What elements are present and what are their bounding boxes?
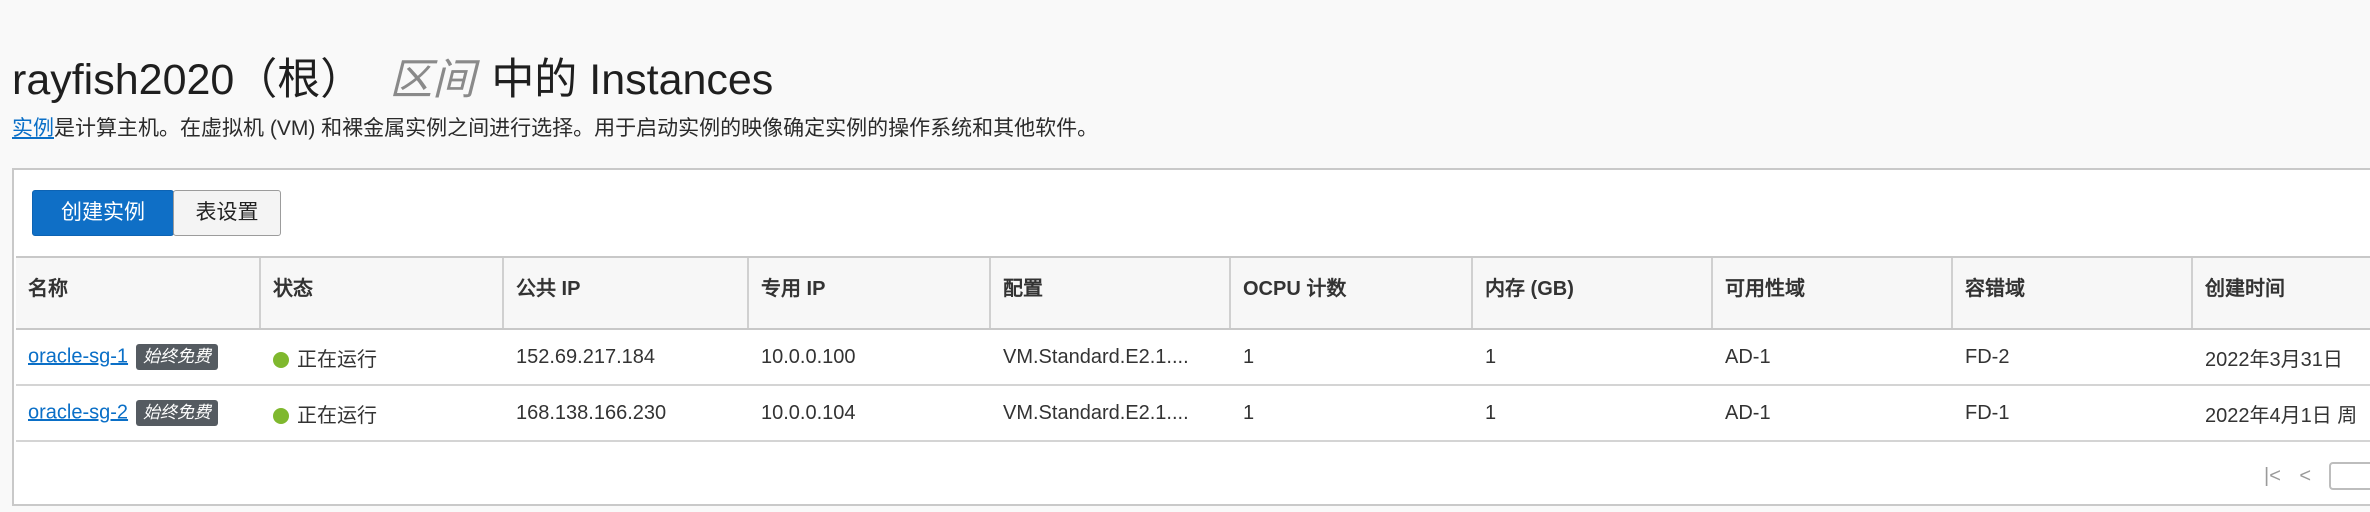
instances-table: 名称 状态 公共 IP 专用 IP 配置 OCPU 计数 内存 (GB) 可用性… [16,256,2370,442]
column-header-shape[interactable]: 配置 [991,258,1231,328]
availability-domain-cell: AD-1 [1725,401,1771,424]
public-ip-cell: 152.69.217.184 [516,345,656,368]
running-status-icon [273,407,289,424]
description-text: 是计算主机。在虚拟机 (VM) 和裸金属实例之间进行选择。用于启动实例的映像确定… [54,117,1099,140]
fault-domain-cell: FD-2 [1965,345,2010,368]
instances-doc-link[interactable]: 实例 [12,117,54,140]
instance-name-link[interactable]: oracle-sg-1 [28,345,128,367]
memory-cell: 1 [1485,345,1497,368]
status-text: 正在运行 [297,348,377,371]
create-instance-button[interactable]: 创建实例 [32,190,174,236]
always-free-badge: 始终免费 [136,344,219,370]
table-row: oracle-sg-1 始终免费 正在运行 152.69.217.184 10.0… [16,330,2370,386]
column-header-fault-domain[interactable]: 容错域 [1953,258,2193,328]
page-title: rayfish2020（根） 区间 中的 Instances [12,54,773,106]
public-ip-cell: 168.138.166.230 [516,401,667,424]
status-cell: 正在运行 [261,399,504,428]
previous-page-icon[interactable]: < [2299,465,2311,488]
created-cell: 2022年4月1日 周 [2205,404,2358,427]
availability-domain-cell: AD-1 [1725,345,1771,368]
table-row: oracle-sg-2 始终免费 正在运行 168.138.166.230 10.… [16,386,2370,442]
column-header-name[interactable]: 名称 [16,258,261,328]
pagination: |< < [2264,462,2370,490]
instance-name-cell: oracle-sg-1 始终免费 [16,344,261,370]
shape-cell: VM.Standard.E2.1.... [1003,401,1189,424]
instance-name-link[interactable]: oracle-sg-2 [28,401,128,423]
table-settings-button[interactable]: 表设置 [173,190,281,236]
compartment-name: rayfish2020（根） [12,56,364,104]
status-text: 正在运行 [297,404,377,427]
memory-cell: 1 [1485,401,1497,424]
first-page-icon[interactable]: |< [2264,465,2281,488]
instances-page: rayfish2020（根） 区间 中的 Instances 实例是计算主机。在虚拟… [0,0,2370,512]
ocpu-cell: 1 [1243,401,1255,424]
fault-domain-cell: FD-1 [1965,401,2010,424]
always-free-badge: 始终免费 [136,400,219,426]
title-rest: 中的 Instances [491,56,774,104]
instances-panel: 创建实例 表设置 名称 状态 公共 IP 专用 IP 配置 OCPU 计数 内存… [12,168,2370,506]
compartment-word: 区间 [389,56,476,104]
running-status-icon [273,351,289,368]
page-description: 实例是计算主机。在虚拟机 (VM) 和裸金属实例之间进行选择。用于启动实例的映像… [12,114,1098,144]
column-header-public-ip[interactable]: 公共 IP [504,258,749,328]
column-header-status[interactable]: 状态 [261,258,504,328]
column-header-ocpu[interactable]: OCPU 计数 [1231,258,1473,328]
private-ip-cell: 10.0.0.100 [761,345,856,368]
table-header: 名称 状态 公共 IP 专用 IP 配置 OCPU 计数 内存 (GB) 可用性… [16,258,2370,330]
created-cell: 2022年3月31日 [2205,348,2343,371]
instance-name-cell: oracle-sg-2 始终免费 [16,400,261,426]
private-ip-cell: 10.0.0.104 [761,401,856,424]
column-header-created[interactable]: 创建时间 [2193,258,2370,328]
column-header-memory[interactable]: 内存 (GB) [1473,258,1713,328]
ocpu-cell: 1 [1243,345,1255,368]
page-number-input[interactable] [2329,462,2370,490]
shape-cell: VM.Standard.E2.1.... [1003,345,1189,368]
status-cell: 正在运行 [261,343,504,372]
column-header-private-ip[interactable]: 专用 IP [749,258,991,328]
column-header-availability-domain[interactable]: 可用性域 [1713,258,1953,328]
